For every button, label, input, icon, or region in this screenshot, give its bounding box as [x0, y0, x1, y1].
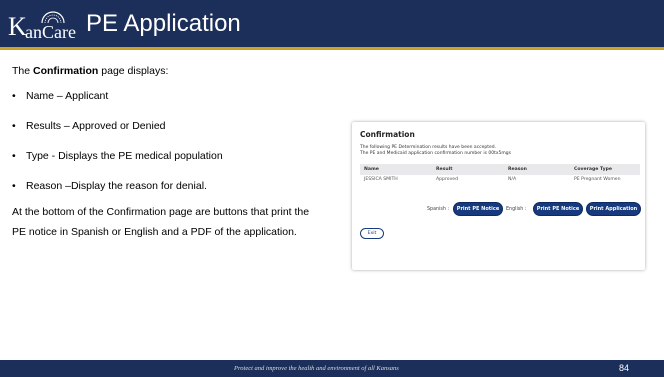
- column-header-coverage-type: Coverage Type: [574, 167, 612, 172]
- bullet-item: • Type - Displays the PE medical populati…: [12, 151, 223, 162]
- print-pe-notice-spanish-button[interactable]: Print PE Notice: [453, 202, 503, 216]
- english-label: English :: [506, 207, 527, 212]
- table-header-row: Name Result Reason Coverage Type: [360, 164, 640, 175]
- cell-reason: N/A: [508, 177, 517, 182]
- spanish-label: Spanish :: [427, 207, 450, 212]
- logo-letter-k: K: [8, 12, 27, 41]
- bullet-dot: •: [12, 90, 16, 102]
- bullet-item: • Results – Approved or Denied: [12, 121, 166, 132]
- confirmation-message-line: The PE and Medicaid application confirma…: [360, 151, 511, 156]
- column-header-result: Result: [436, 167, 453, 172]
- footer-tagline: Protect and improve the health and envir…: [234, 365, 399, 372]
- column-header-reason: Reason: [508, 167, 527, 172]
- kancare-logo: K anCare: [8, 8, 78, 44]
- bullet-text: Type - Displays the PE medical populatio…: [26, 150, 223, 162]
- cell-name: JESSICA SMITH: [364, 177, 398, 182]
- print-actions: Spanish : Print PE Notice English : Prin…: [360, 202, 642, 218]
- slide-title: PE Application: [86, 10, 241, 37]
- bullet-dot: •: [12, 180, 16, 192]
- column-header-name: Name: [364, 167, 379, 172]
- bullet-text: Name – Applicant: [26, 90, 109, 102]
- table-row: JESSICA SMITH Approved N/A PE Pregnant W…: [360, 175, 640, 185]
- bullet-item: • Reason –Display the reason for denial.: [12, 181, 207, 192]
- intro-suffix: page displays:: [98, 65, 169, 77]
- bullet-dot: •: [12, 150, 16, 162]
- confirmation-message: The following PE Determination results h…: [360, 145, 630, 157]
- confirmation-title: Confirmation: [360, 130, 415, 139]
- page-number: 84: [619, 363, 630, 373]
- bullet-text: Results – Approved or Denied: [26, 120, 166, 132]
- bullet-text: Reason –Display the reason for denial.: [26, 180, 207, 192]
- bullet-dot: •: [12, 120, 16, 132]
- intro-bold: Confirmation: [33, 65, 99, 77]
- exit-button[interactable]: Exit: [360, 228, 384, 239]
- slide-footer: Protect and improve the health and envir…: [0, 360, 664, 377]
- confirmation-screenshot: Confirmation The following PE Determinat…: [352, 122, 645, 270]
- logo-wordmark: anCare: [25, 22, 76, 42]
- description-paragraph: At the bottom of the Confirmation page a…: [12, 206, 310, 238]
- print-application-button[interactable]: Print Application: [586, 202, 641, 216]
- cell-coverage-type: PE Pregnant Women: [574, 177, 621, 182]
- cell-result: Approved: [436, 177, 459, 182]
- print-pe-notice-english-button[interactable]: Print PE Notice: [533, 202, 583, 216]
- intro-prefix: The: [12, 65, 34, 77]
- bullet-item: • Name – Applicant: [12, 91, 108, 102]
- intro-line: The Confirmation page displays:: [12, 66, 168, 77]
- slide-header: K anCare PE Application: [0, 0, 664, 50]
